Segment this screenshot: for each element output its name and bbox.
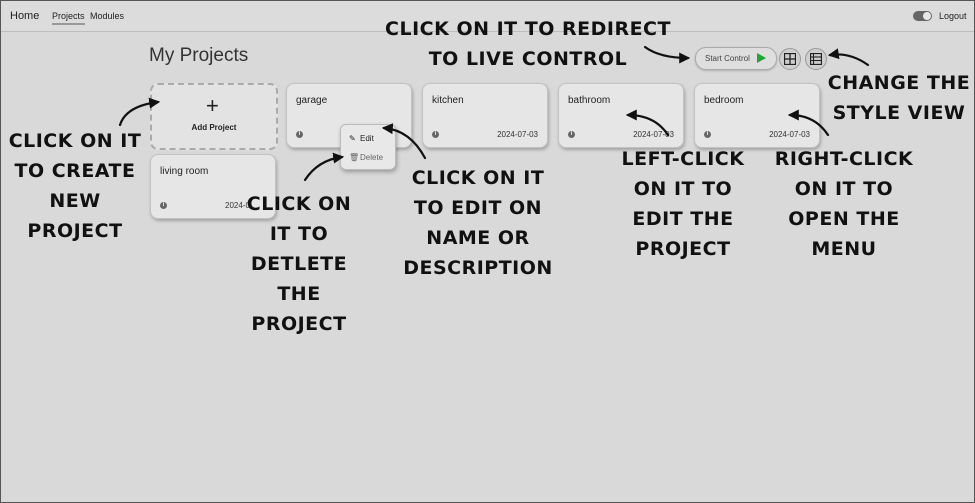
arrow-to-bathroom-card: [625, 109, 670, 137]
arrow-to-view-buttons: [827, 48, 870, 67]
arrow-to-context-delete: [303, 152, 345, 182]
arrow-to-context-edit: [381, 123, 427, 160]
arrow-to-add-project: [118, 97, 161, 127]
arrow-to-bedroom-card: [787, 109, 830, 137]
arrow-to-start-control: [643, 45, 691, 64]
annotation-arrows: [118, 45, 870, 182]
